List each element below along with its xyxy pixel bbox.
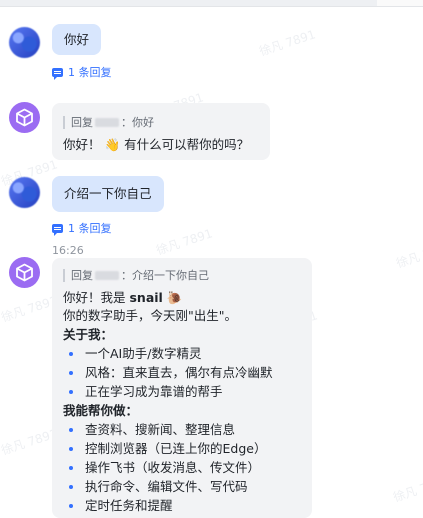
box-icon <box>16 108 33 127</box>
list-item: 一个AI助手/数字精灵 <box>63 344 308 363</box>
list-item: 查资料、搜新闻、整理信息 <box>63 420 308 439</box>
masked-username <box>95 118 119 127</box>
message-timestamp: 16:26 <box>52 244 84 257</box>
reply-quote: 回复 ：介绍一下你自己 <box>63 269 209 282</box>
bot-message-bubble[interactable]: 回复 ：介绍一下你自己 你好！我是 snail 🐌 你的数字助手，今天刚"出生"… <box>52 258 312 518</box>
message-text: 你好！ 👋 有什么可以帮你的吗？ <box>63 136 249 154</box>
list-item: 执行命令、编辑文件、写代码 <box>63 477 308 496</box>
reply-count: 1 条回复 <box>68 222 112 235</box>
message-body: 你好！我是 snail 🐌 你的数字助手，今天刚"出生"。 关于我： 一个AI助… <box>63 289 308 515</box>
message-bubble[interactable]: 介绍一下你自己 <box>52 176 164 212</box>
bot-avatar[interactable] <box>9 102 40 133</box>
message-bubble[interactable]: 你好 <box>52 24 102 55</box>
list-item: 控制浏览器（已连上你的Edge） <box>63 439 308 458</box>
watermark: 徐凡 7891 <box>0 293 60 325</box>
user-avatar[interactable] <box>9 177 40 208</box>
quote-text: ：你好 <box>121 116 154 129</box>
top-bar <box>0 0 423 7</box>
reply-icon <box>52 67 63 80</box>
intro-line-2: 你的数字助手，今天刚"出生"。 <box>63 308 237 323</box>
list-item: 正在学习成为靠谱的帮手 <box>63 382 308 401</box>
list-item: 风格：直来直去，偶尔有点冷幽默 <box>63 363 308 382</box>
box-icon <box>16 263 33 282</box>
masked-username <box>95 271 119 280</box>
message-text-tail: 有什么可以帮你的吗？ <box>124 137 250 152</box>
snail-emoji-icon: 🐌 <box>166 290 183 305</box>
watermark: 徐凡 7891 <box>154 226 215 258</box>
list-item: 定时任务和提醒 <box>63 496 308 515</box>
thread-reply-link[interactable]: 1 条回复 <box>52 64 112 80</box>
watermark: 徐凡 7891 <box>394 239 423 271</box>
reply-count: 1 条回复 <box>68 66 112 79</box>
watermark: 徐凡 7891 <box>391 473 423 505</box>
capabilities-title: 我能帮你做： <box>63 403 139 418</box>
watermark: 徐凡 7891 <box>257 27 318 59</box>
list-item: 操作飞书（收发消息、传文件） <box>63 458 308 477</box>
reply-icon <box>52 223 63 236</box>
message-text: 介绍一下你自己 <box>64 186 152 201</box>
capabilities-list: 查资料、搜新闻、整理信息 控制浏览器（已连上你的Edge） 操作飞书（收发消息、… <box>63 420 308 515</box>
watermark: 徐凡 7891 <box>0 426 60 458</box>
quote-prefix: 回复 <box>71 116 93 129</box>
greeting-text: 你好！ <box>63 137 101 152</box>
wave-emoji-icon: 👋 <box>104 137 121 152</box>
top-bar-pill <box>377 0 423 6</box>
bot-name: snail <box>129 290 163 305</box>
quote-prefix: 回复 <box>71 269 93 282</box>
message-text: 你好 <box>64 32 90 47</box>
bot-avatar[interactable] <box>9 257 40 288</box>
bot-message-bubble[interactable]: 回复 ：你好 你好！ 👋 有什么可以帮你的吗？ <box>52 103 270 160</box>
greeting-text: 你好！我是 <box>63 290 130 305</box>
quote-text: ：介绍一下你自己 <box>121 269 209 282</box>
intro-line: 你好！我是 snail 🐌 <box>63 289 308 307</box>
about-title: 关于我： <box>63 327 114 342</box>
reply-quote: 回复 ：你好 <box>63 116 154 129</box>
user-avatar[interactable] <box>9 27 40 58</box>
thread-reply-link[interactable]: 1 条回复 <box>52 220 112 236</box>
about-list: 一个AI助手/数字精灵 风格：直来直去，偶尔有点冷幽默 正在学习成为靠谱的帮手 <box>63 344 308 401</box>
